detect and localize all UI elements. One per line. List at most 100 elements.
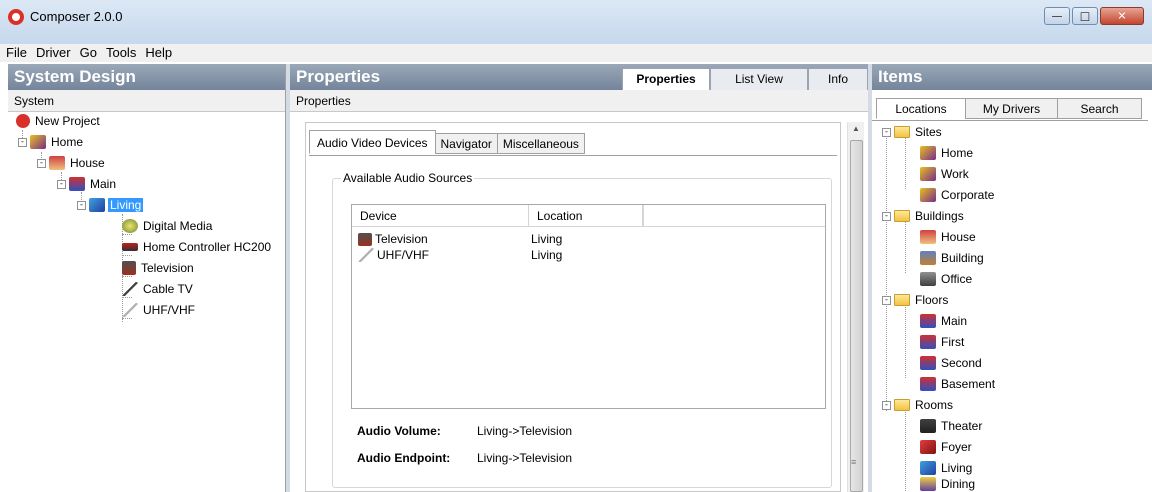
column-location[interactable]: Location: [529, 205, 643, 226]
audio-sources-list[interactable]: Device Location Television Living UHF/VH…: [351, 204, 826, 409]
tree-node-main[interactable]: - Main: [57, 175, 118, 193]
floor-icon: [920, 335, 936, 349]
tree-node-theater[interactable]: Theater: [920, 417, 984, 435]
tab-search[interactable]: Search: [1057, 98, 1142, 119]
audio-endpoint-row: Audio Endpoint: Living->Television: [357, 451, 572, 465]
audio-endpoint-label: Audio Endpoint:: [357, 451, 451, 465]
items-panel: Items Locations My Drivers Search - Site…: [872, 64, 1152, 492]
floor-icon: [920, 377, 936, 391]
properties-scrollbar[interactable]: ▲ ≡: [847, 122, 864, 492]
tab-info[interactable]: Info: [808, 68, 868, 90]
menu-file[interactable]: File: [6, 44, 27, 62]
menu-driver[interactable]: Driver: [36, 44, 71, 62]
menu-tools[interactable]: Tools: [106, 44, 136, 62]
properties-subheader: Properties: [290, 90, 868, 112]
tree-node-floors[interactable]: - Floors: [882, 291, 950, 309]
floor-icon: [69, 177, 85, 191]
audio-sources-title: Available Audio Sources: [341, 171, 475, 185]
floor-icon: [920, 356, 936, 370]
system-subheader: System: [8, 90, 285, 112]
theater-icon: [920, 419, 936, 433]
tree-node-corporate[interactable]: Corporate: [920, 186, 996, 204]
maximize-icon: □: [1079, 9, 1091, 23]
tree-node-living[interactable]: - Living: [77, 196, 144, 214]
room-icon: [89, 198, 105, 212]
collapse-icon[interactable]: -: [882, 295, 891, 305]
audio-endpoint-value: Living->Television: [477, 451, 573, 465]
tree-node-cable-tv[interactable]: Cable TV: [122, 280, 195, 298]
items-tabs: Locations My Drivers Search: [876, 98, 1142, 119]
audio-volume-value: Living->Television: [477, 424, 573, 438]
close-icon: ✕: [1117, 9, 1127, 23]
tree-node-digital-media[interactable]: Digital Media: [122, 217, 214, 235]
tab-list-view[interactable]: List View: [710, 68, 808, 90]
tree-node-office[interactable]: Office: [920, 270, 974, 288]
tree-node-building[interactable]: Building: [920, 249, 986, 267]
digital-media-icon: [122, 219, 138, 233]
tab-navigator[interactable]: Navigator: [434, 133, 498, 154]
audio-volume-label: Audio Volume:: [357, 424, 441, 438]
collapse-icon[interactable]: -: [77, 200, 86, 210]
tree-node-new-project[interactable]: New Project: [16, 112, 102, 130]
menu-go[interactable]: Go: [80, 44, 97, 62]
system-design-panel: System Design System New Project - Home …: [8, 64, 286, 492]
house-icon: [49, 156, 65, 170]
list-item[interactable]: Television Living: [352, 231, 825, 247]
tree-node-first[interactable]: First: [920, 333, 966, 351]
audio-volume-row: Audio Volume: Living->Television: [357, 424, 572, 438]
maximize-button[interactable]: □: [1072, 7, 1098, 25]
tree-node-home-controller[interactable]: Home Controller HC200: [122, 238, 273, 256]
collapse-icon[interactable]: -: [37, 158, 46, 168]
window-title: Composer 2.0.0: [30, 9, 123, 24]
scroll-thumb[interactable]: [850, 140, 863, 492]
controller-icon: [122, 243, 138, 251]
title-bar: Composer 2.0.0 — □ ✕: [0, 0, 1152, 44]
dining-icon: [920, 477, 936, 491]
column-device[interactable]: Device: [352, 205, 529, 226]
tree-node-television[interactable]: Television: [122, 259, 196, 277]
properties-view-tabs: Properties List View Info: [622, 68, 868, 90]
tree-node-house[interactable]: House: [920, 228, 978, 246]
items-header: Items: [872, 64, 1152, 90]
site-icon: [920, 167, 936, 181]
house-icon: [920, 230, 936, 244]
tree-node-dining[interactable]: Dining: [920, 475, 977, 492]
list-item[interactable]: UHF/VHF Living: [352, 247, 825, 263]
tree-node-basement[interactable]: Basement: [920, 375, 997, 393]
collapse-icon[interactable]: -: [57, 179, 66, 189]
tab-audio-video-devices[interactable]: Audio Video Devices: [309, 130, 436, 154]
scroll-up-icon[interactable]: ▲: [852, 124, 860, 133]
menu-help[interactable]: Help: [145, 44, 172, 62]
tab-miscellaneous[interactable]: Miscellaneous: [496, 133, 585, 154]
tree-node-buildings[interactable]: - Buildings: [882, 207, 966, 225]
tree-node-uhf-vhf[interactable]: UHF/VHF: [122, 301, 197, 319]
composer-logo-icon: [8, 9, 24, 25]
antenna-icon: [122, 303, 138, 317]
tab-locations[interactable]: Locations: [876, 98, 966, 119]
menu-bar: File Driver Go Tools Help: [0, 44, 1152, 62]
tree-node-home[interactable]: Home: [920, 144, 975, 162]
collapse-icon[interactable]: -: [882, 400, 891, 410]
tree-node-rooms[interactable]: - Rooms: [882, 396, 955, 414]
tree-node-house[interactable]: - House: [37, 154, 107, 172]
collapse-icon[interactable]: -: [882, 211, 891, 221]
minimize-button[interactable]: —: [1044, 7, 1070, 25]
tab-my-drivers[interactable]: My Drivers: [965, 98, 1058, 119]
tree-node-foyer[interactable]: Foyer: [920, 438, 974, 456]
collapse-icon[interactable]: -: [18, 137, 27, 147]
minimize-icon: —: [1051, 9, 1063, 23]
tree-node-home[interactable]: - Home: [18, 133, 85, 151]
tree-node-second[interactable]: Second: [920, 354, 984, 372]
close-button[interactable]: ✕: [1100, 7, 1144, 25]
tree-node-work[interactable]: Work: [920, 165, 971, 183]
building-icon: [920, 251, 936, 265]
tab-properties[interactable]: Properties: [622, 68, 710, 90]
folder-icon: [894, 399, 910, 411]
office-icon: [920, 272, 936, 286]
system-tree: New Project - Home - House - Main - Livi…: [8, 112, 285, 482]
folder-icon: [894, 126, 910, 138]
tree-node-main[interactable]: Main: [920, 312, 969, 330]
tree-node-sites[interactable]: - Sites: [882, 123, 944, 141]
collapse-icon[interactable]: -: [882, 127, 891, 137]
properties-content: Audio Video Devices Navigator Miscellane…: [305, 122, 841, 492]
